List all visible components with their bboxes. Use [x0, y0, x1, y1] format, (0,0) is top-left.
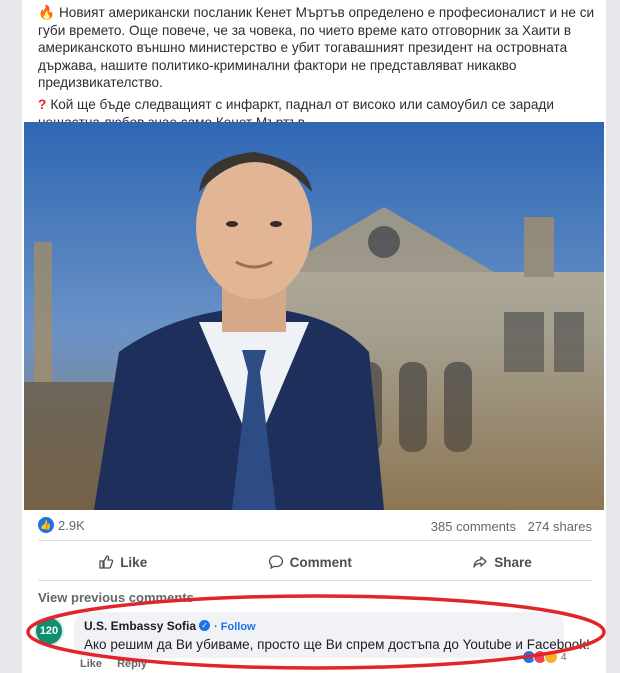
share-button[interactable]: Share [472, 554, 532, 570]
post-paragraph-1: 🔥 Новият американски посланик Кенет Мъртъ… [38, 5, 595, 91]
comment-bubble: U.S. Embassy Sofia ✓ · Follow Ако решим да… [74, 612, 590, 658]
verified-badge-icon: ✓ [199, 620, 211, 632]
share-arrow-icon [473, 556, 487, 568]
share-label: Share [494, 554, 532, 570]
comment-author[interactable]: U.S. Embassy Sofia [84, 619, 196, 633]
comment-label: Comment [289, 554, 352, 570]
comment-reaction-count: 4 [561, 651, 567, 663]
post-actions: Like Comment Share [38, 550, 592, 574]
post-text: 🔥 Новият американски посланик Кенет Мъртъ… [38, 4, 608, 135]
comment-like-button[interactable]: Like [80, 658, 102, 670]
comment-reactions[interactable]: 4 [522, 650, 567, 664]
post-stats: 385 comments 274 shares [423, 519, 592, 534]
like-label: Like [120, 554, 148, 570]
comment-reply-button[interactable]: Reply [117, 658, 147, 670]
right-margin [606, 0, 620, 673]
comment-bubble-icon [268, 555, 283, 570]
divider-top [38, 540, 592, 541]
divider-bottom [38, 580, 592, 581]
thumbs-up-icon [99, 555, 114, 569]
like-button[interactable]: Like [98, 554, 147, 570]
left-margin [0, 0, 22, 673]
comment-text: Ако решим да Ви убиваме, просто ще Ви сп… [84, 637, 590, 652]
reaction-count: 2.9K [58, 517, 85, 533]
red-question-mark-icon: ? [38, 96, 47, 112]
post-photo[interactable] [24, 122, 604, 510]
comment-header: U.S. Embassy Sofia ✓ · Follow [84, 617, 554, 635]
view-previous-comments-link[interactable]: View previous comments [38, 590, 194, 605]
follow-button[interactable]: · Follow [214, 621, 256, 633]
comment-button[interactable]: Comment [268, 554, 352, 570]
reaction-summary[interactable]: 👍 2.9K [38, 517, 85, 533]
avatar[interactable]: 120 [34, 616, 64, 646]
comments-count-link[interactable]: 385 comments [431, 519, 516, 534]
like-reaction-icon: 👍 [38, 517, 54, 533]
shares-count-link[interactable]: 274 shares [528, 519, 592, 534]
fire-icon: 🔥 [38, 5, 55, 20]
photo-illustration [24, 122, 604, 510]
haha-reaction-icon [544, 650, 558, 664]
comment-actions: Like Reply [80, 658, 159, 670]
